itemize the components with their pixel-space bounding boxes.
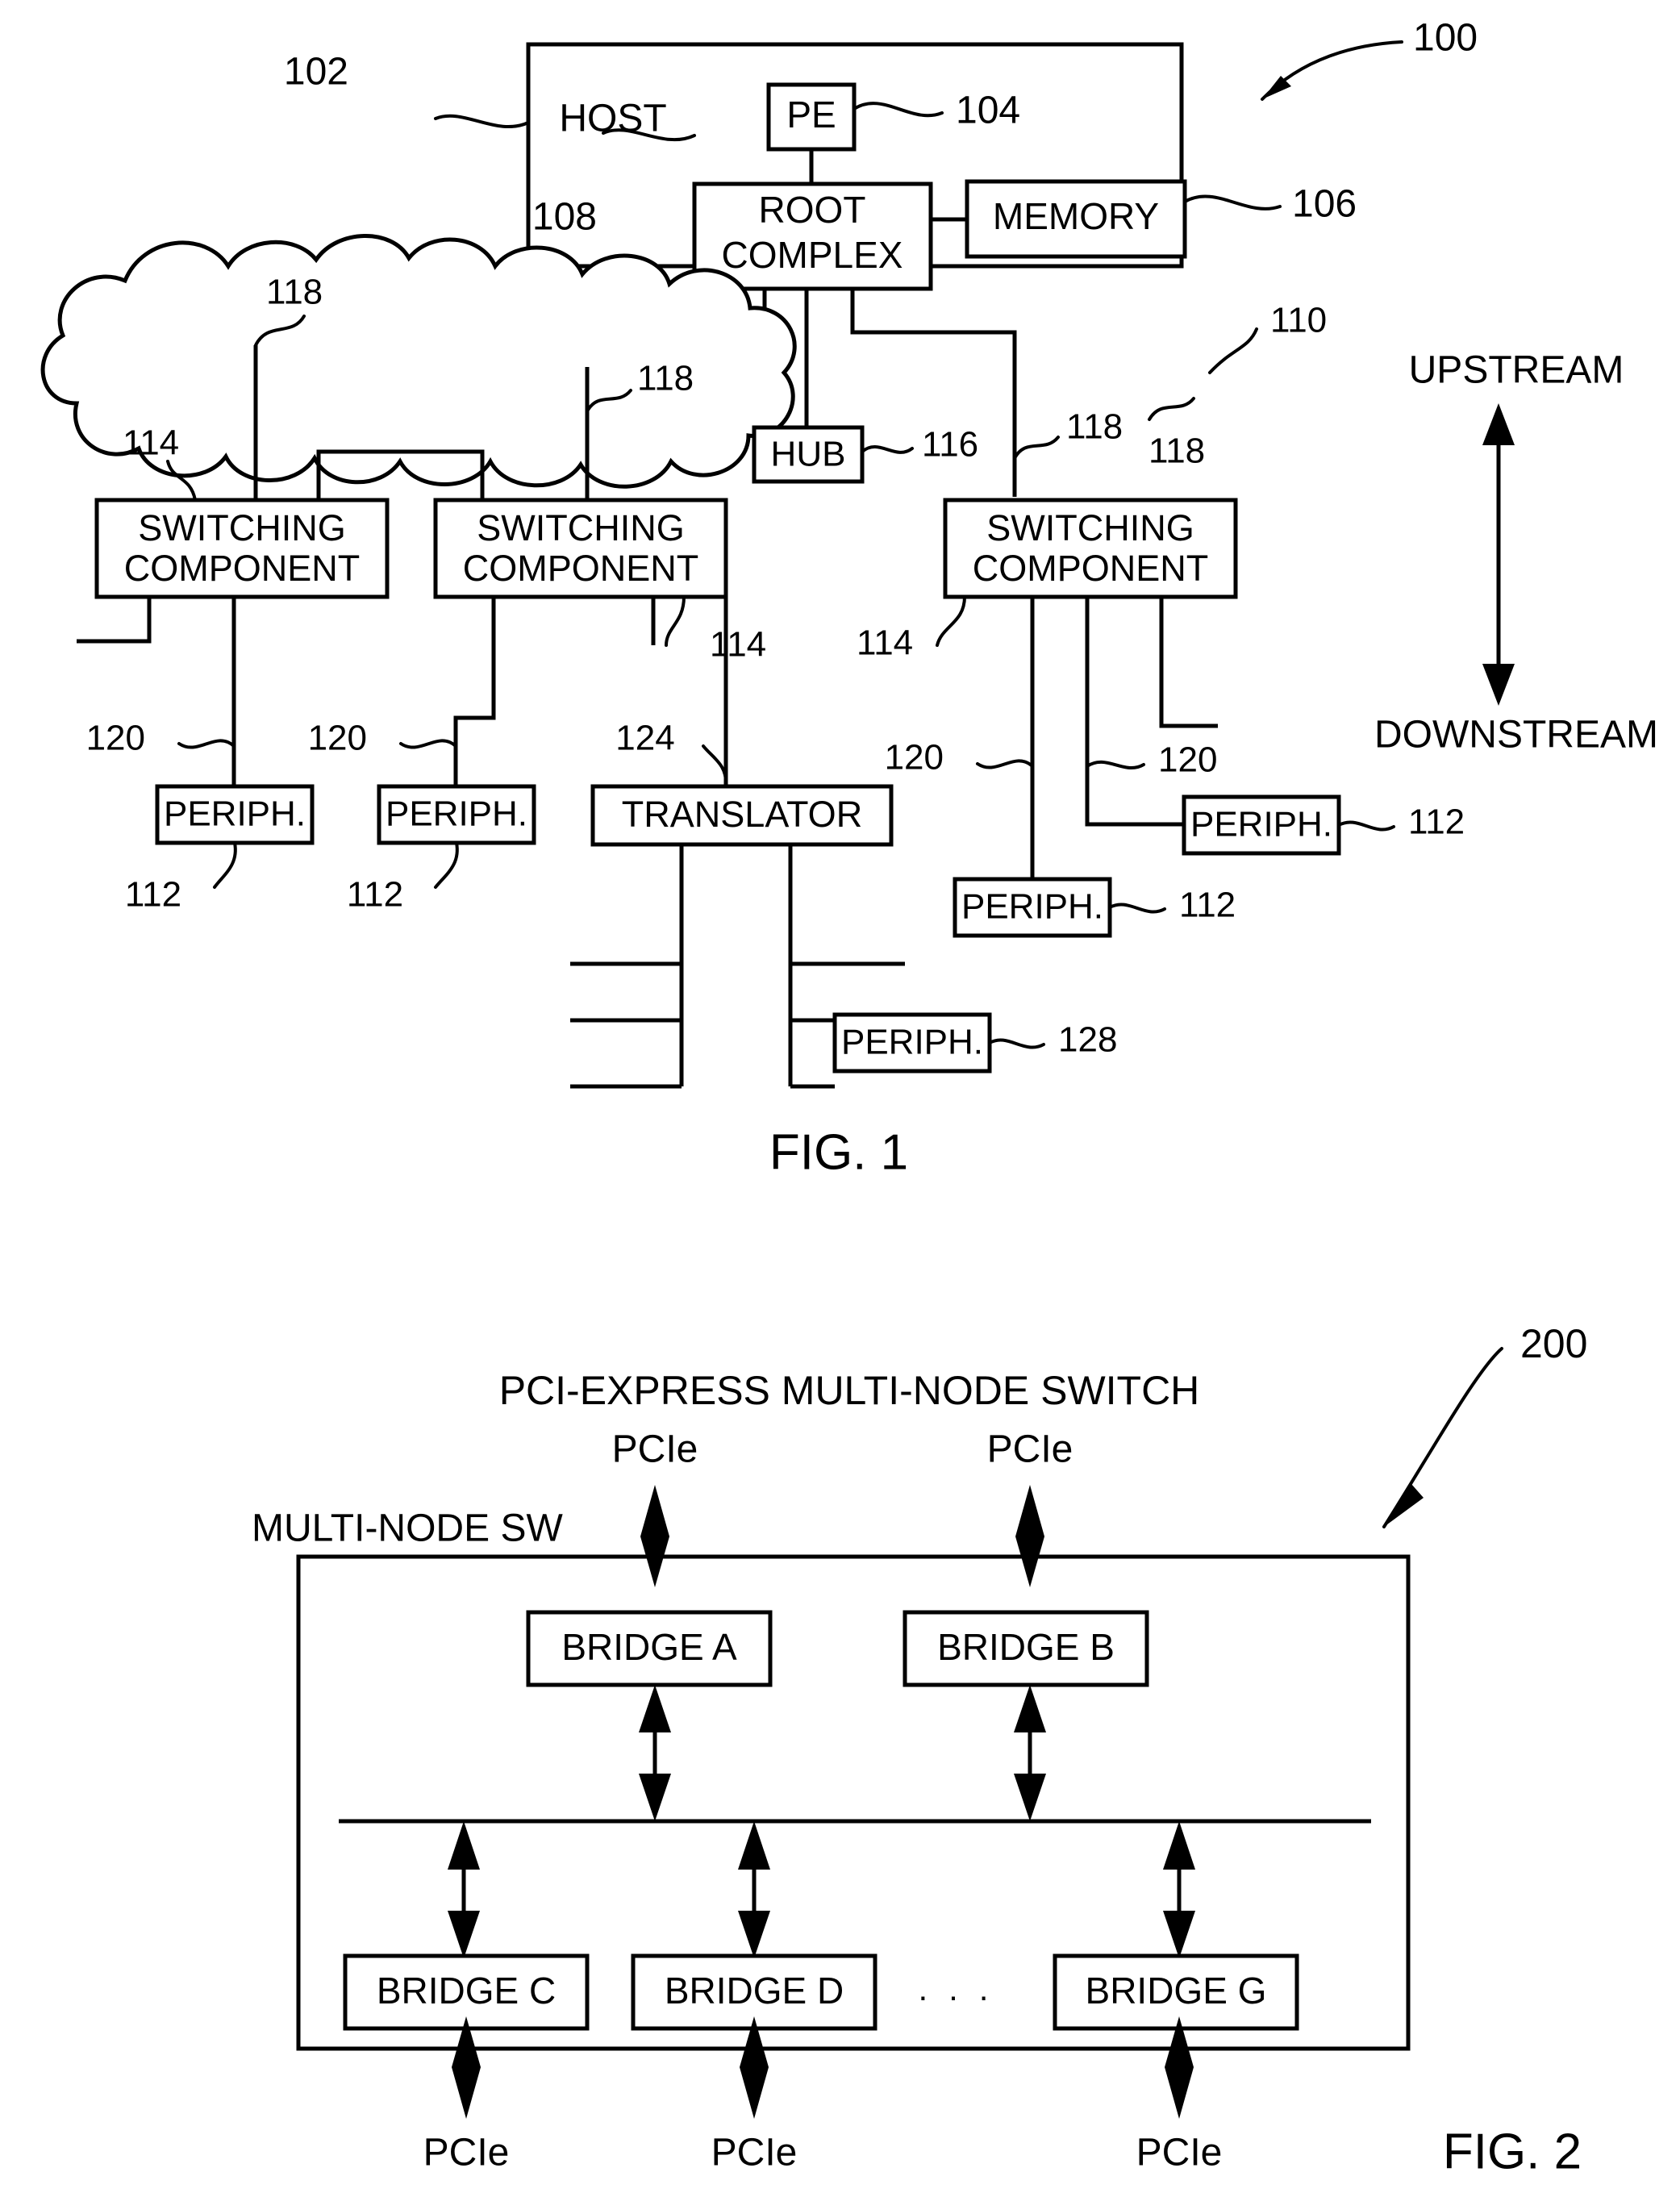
link-118-c [850,289,1017,497]
ref-116-label: 116 [922,425,978,465]
ref-124-label: 124 [615,719,674,758]
link-120-b [453,652,496,786]
ref-112-c-label: 112 [1408,803,1465,842]
ref-106-label: 106 [1292,183,1357,226]
switching-component-2-label-line2: COMPONENT [463,548,699,589]
ref-112-d-label: 112 [1179,886,1236,925]
pcie-top-marker-2 [1015,1485,1044,1587]
multi-node-sw-label: MULTI-NODE SW [252,1507,563,1550]
switching-component-3-label-line2: COMPONENT [973,548,1209,589]
figure-1-caption: FIG. 1 [769,1124,908,1180]
ref-102-leader [434,114,530,128]
bridge-c-label: BRIDGE C [377,1970,556,2012]
ref-114-b-label: 114 [710,625,766,665]
ref-112-b-label: 112 [347,875,403,915]
ref-118-c-leader [1013,436,1060,460]
bridge-d-label: BRIDGE D [665,1970,844,2012]
ref-200-label: 200 [1520,1321,1587,1366]
ref-124-leader [702,744,728,788]
ref-200-leader [1382,1347,1503,1528]
upstream-downstream-arrow [1482,403,1515,706]
ref-118-a-label: 118 [266,273,323,312]
ref-114-b-leader [665,595,686,647]
ref-112-d-leader [1108,903,1166,914]
pcie-bottom-label-2: PCIe [711,2132,798,2174]
ref-118-c-label: 118 [1066,407,1123,447]
figure-2-caption: FIG. 2 [1443,2124,1582,2179]
ref-118-d-label: 118 [1148,432,1205,471]
switching-component-3-label-line1: SWITCHING [986,507,1194,548]
bridge-b-label: BRIDGE B [937,1626,1115,1668]
ref-120-c-leader [976,759,1034,769]
ref-120-d-leader [1086,760,1145,770]
ref-128-leader [988,1038,1045,1049]
figure-2-title: PCI-EXPRESS MULTI-NODE SWITCH [499,1368,1200,1413]
ref-120-b-leader [399,739,457,749]
figure-canvas: 118 118 118 118 110 116 SWITCHING COMPON… [40,17,1658,2179]
ref-104-label: 104 [956,90,1020,132]
bridge-g-bus-arrow [1163,1821,1195,1958]
pcie-bottom-label-1: PCIe [423,2132,510,2174]
bridge-b-bus-arrow [1014,1685,1046,1821]
link-120-d [1085,597,1184,827]
ref-120-a-leader [177,739,236,749]
pcie-bottom-marker-2 [740,2016,769,2119]
ref-118-b-label: 118 [637,359,694,398]
peripheral-3-label: PERIPH. [1190,805,1332,844]
translator-label: TRANSLATOR [622,794,862,835]
bridge-c-bus-arrow [448,1821,480,1958]
ref-104-leader [853,102,944,118]
pcie-bottom-marker-1 [452,2016,481,2119]
bridge-g-label: BRIDGE G [1086,1970,1267,2012]
pcie-bottom-label-3: PCIe [1136,2132,1223,2174]
pe-label: PE [786,94,836,135]
ref-112-c-leader [1337,820,1395,832]
ref-108-label: 108 [532,196,597,239]
ref-112-a-leader [213,841,237,889]
ref-110-label: 110 [1270,301,1327,340]
ref-116-leader [861,445,914,454]
bridge-a-label: BRIDGE A [561,1626,737,1668]
ref-114-a-label: 114 [123,423,179,463]
ref-106-leader [1183,194,1282,211]
ref-114-c-leader [936,595,966,647]
pcie-bottom-marker-3 [1165,2016,1194,2119]
patent-drawing-sheet: 118 118 118 118 110 116 SWITCHING COMPON… [0,0,1680,2193]
hub-label: HUB [771,435,846,474]
switching-component-2-label-line1: SWITCHING [477,507,684,548]
ref-110-leader [1208,327,1258,374]
switching-component-1-label-line2: COMPONENT [124,548,361,589]
memory-label: MEMORY [993,195,1159,237]
peripheral-1-label: PERIPH. [164,794,306,834]
ref-118-d-leader [1148,397,1195,421]
ref-120-d-label: 120 [1158,740,1217,780]
sc1-port-stub [77,597,152,644]
peripheral-5-label: PERIPH. [841,1023,983,1062]
ref-100-leader [1261,40,1403,101]
ref-112-b-leader [434,841,459,889]
peripheral-4-label: PERIPH. [961,887,1103,927]
bridge-a-bus-arrow [639,1685,671,1821]
ref-120-c-label: 120 [885,738,944,778]
ref-102-label: 102 [284,51,348,94]
pcie-top-label-1: PCIe [612,1428,698,1471]
downstream-label: DOWNSTREAM [1374,714,1658,757]
switching-component-1-label-line1: SWITCHING [138,507,345,548]
peripheral-2-label: PERIPH. [386,794,527,834]
ref-100-label: 100 [1413,17,1478,60]
root-complex-label-line1: ROOT [759,189,866,231]
ref-128-label: 128 [1058,1020,1117,1060]
ref-112-a-label: 112 [125,875,181,915]
bridge-d-bus-arrow [738,1821,770,1958]
pcie-top-label-2: PCIe [987,1428,1073,1471]
ref-120-a-label: 120 [86,719,145,758]
bridge-ellipsis: · · · [917,1977,994,2015]
upstream-label: UPSTREAM [1409,349,1624,392]
sc3-port-stub [1159,597,1218,728]
ref-120-b-label: 120 [308,719,367,758]
ref-114-c-label: 114 [857,623,913,663]
root-complex-label-line2: COMPLEX [722,234,903,276]
host-label: HOST [559,98,666,140]
pcie-top-marker-1 [640,1485,669,1587]
